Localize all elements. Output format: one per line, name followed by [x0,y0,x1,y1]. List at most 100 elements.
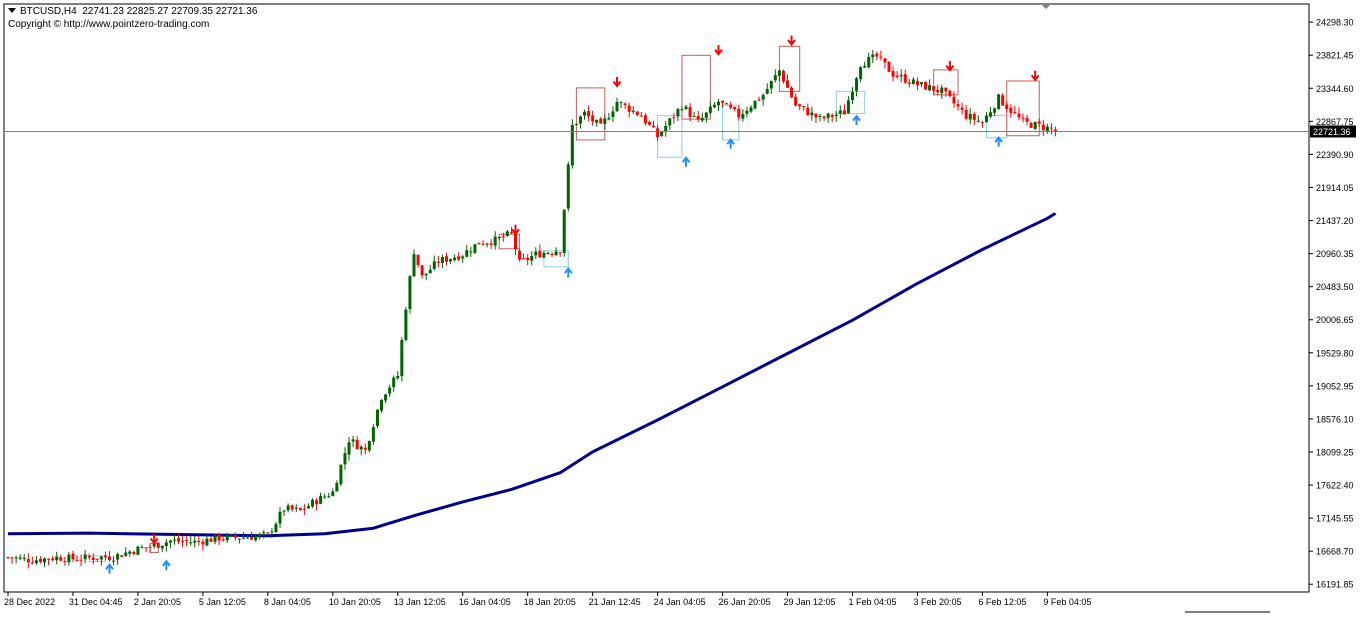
bull-candle [583,111,587,116]
bear-candle [814,113,818,118]
bear-candle [30,562,34,564]
bull-candle [164,542,168,547]
bull-candle [270,531,274,533]
bull-candle [745,110,749,114]
bull-candle [976,120,980,122]
bull-candle [351,439,355,442]
bear-candle [887,61,891,72]
bull-candle [205,538,209,546]
bear-candle [79,559,83,561]
bull-candle [172,539,176,541]
bull-candle [286,505,290,511]
bull-candle [55,556,59,561]
bear-candle [71,553,75,560]
bull-candle [562,209,566,254]
bear-candle [891,71,895,77]
symbol-label: BTCUSD,H4 [20,6,77,17]
time-tick-label: 16 Jan 04:05 [459,597,511,607]
bull-candle [34,560,38,564]
bull-candle [384,394,388,401]
bear-candle [315,500,319,505]
signal-zones [88,45,1040,562]
bear-candle [509,231,513,233]
bull-candle [855,78,859,91]
bear-candle [798,104,802,107]
bull-candle [680,109,684,111]
price-tick-label: 22867.75 [1316,117,1354,127]
bull-candle [22,557,26,559]
time-tick-label: 9 Feb 04:05 [1043,597,1091,607]
bull-candle [777,70,781,76]
bear-candle [47,558,51,560]
arrow-up-icon [162,559,171,571]
bull-candle [676,108,680,117]
bear-candle [185,540,189,542]
bull-candle [749,107,753,112]
bear-candle [964,109,968,119]
bull-candle [684,106,688,109]
bear-candle [1041,124,1045,131]
bull-candle [367,441,371,451]
bull-candle [262,532,266,534]
bear-candle [420,265,424,276]
bear-candle [802,106,806,108]
time-tick-label: 29 Jan 12:05 [784,597,836,607]
time-tick-label: 3 Feb 20:05 [913,597,961,607]
chevron-down-icon[interactable] [8,8,16,13]
bull-candle [989,112,993,117]
bear-candle [591,115,595,122]
plot-border [3,3,1310,593]
bear-candle [156,542,160,548]
time-tick-label: 13 Jan 12:05 [394,597,446,607]
candles [6,49,1057,569]
bear-candle [1037,121,1041,124]
bear-candle [956,104,960,107]
bull-candle [473,244,477,253]
time-tick-label: 21 Jan 12:45 [589,597,641,607]
bull-candle [578,116,582,124]
bear-candle [1017,113,1021,118]
price-tick-label: 17145.55 [1316,514,1354,524]
bull-candle [765,88,769,94]
price-tick-label: 24298.30 [1316,18,1354,28]
bear-candle [790,87,794,98]
bear-candle [501,236,505,238]
bull-candle [1045,126,1049,132]
bear-candle [627,105,631,112]
bull-candle [193,540,197,543]
bear-candle [103,555,107,558]
bear-candle [221,539,225,541]
bear-candle [197,540,201,542]
bear-candle [623,103,627,105]
bear-candle [355,439,359,450]
bear-candle [907,82,911,84]
price-chart[interactable]: 22721.36 24298.30 23821.45 23344.60 22867.7… [0,0,1365,617]
bull-candle [294,507,298,509]
bear-candle [120,555,124,557]
bear-candle [875,53,879,57]
bull-candle [432,261,436,269]
bull-candle [611,111,615,117]
bear-candle [477,242,481,245]
arrow-up-icon [563,267,573,278]
bull-candle [818,116,822,118]
bear-candle [181,540,185,542]
bull-candle [940,87,944,94]
bear-candle [148,546,152,548]
bear-candle [924,81,928,90]
bull-candle [112,560,116,562]
price-axis: 24298.30 23821.45 23344.60 22867.75 22390.90… [1309,18,1354,590]
support-zone [722,104,740,141]
bull-candle [343,453,347,465]
bear-candle [1013,112,1017,114]
support-zone [985,115,1008,139]
chart-window[interactable]: 22721.36 24298.30 23821.45 23344.60 22867.7… [0,0,1365,617]
bear-candle [903,74,907,83]
bull-candle [595,119,599,123]
bear-candle [233,534,237,538]
bull-candle [396,375,400,379]
bull-candle [859,67,863,80]
bull-candle [497,237,501,239]
bear-candle [538,250,542,258]
bear-candle [489,243,493,245]
